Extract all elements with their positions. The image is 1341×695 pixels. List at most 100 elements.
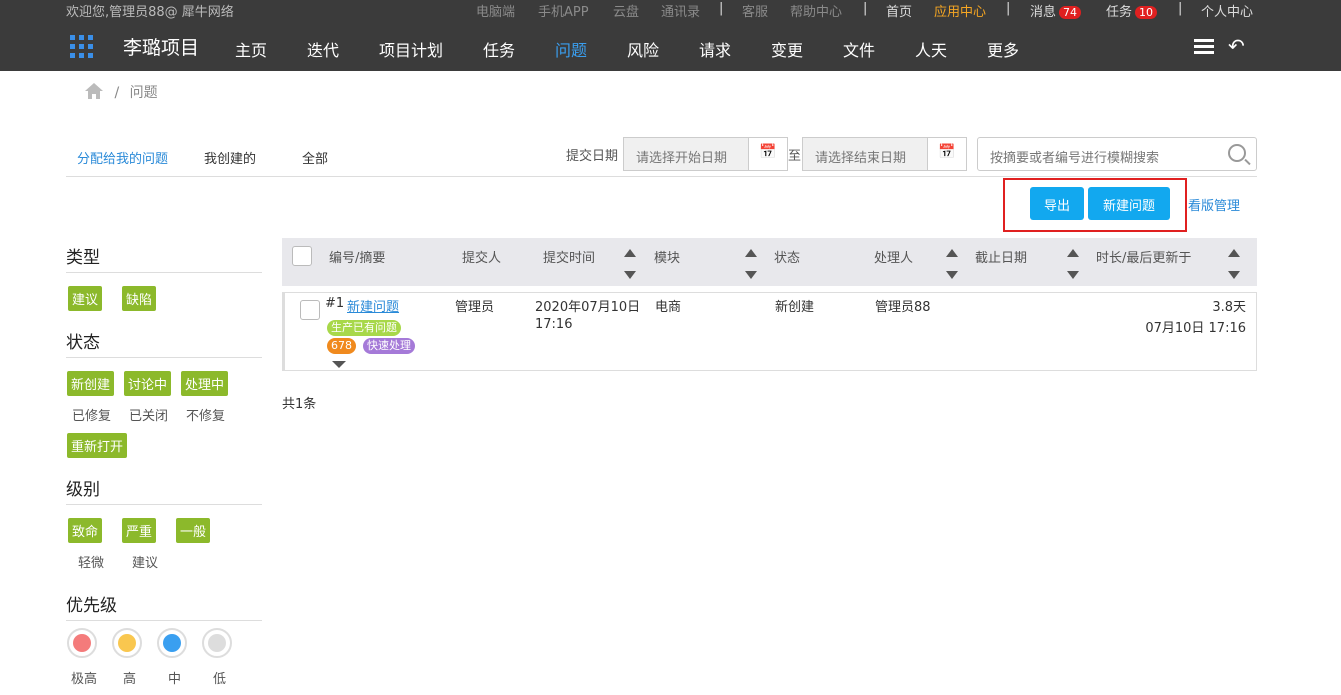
messages-count-badge: 74 [1059,6,1082,19]
filter-chip-reopened[interactable]: 重新打开 [67,433,128,458]
link-home[interactable]: 首页 [886,1,912,20]
link-help-center[interactable]: 帮助中心 [790,1,842,20]
cell-updated: 07月10日 17:16 [1145,321,1246,336]
nav-iteration[interactable]: 迭代 [307,37,339,61]
app-grid-icon[interactable] [70,35,94,59]
tag-fast-handle: 快速处理 [363,338,415,354]
link-personal-center[interactable]: 个人中心 [1201,1,1253,20]
end-date-input[interactable]: 请选择结束日期 [802,137,928,171]
filter-minor[interactable]: 轻微 [78,552,104,571]
search-input[interactable]: 按摘要或者编号进行模糊搜索 [977,137,1257,171]
column-submit-time[interactable]: 提交时间 [543,247,595,266]
filter-chip-fatal[interactable]: 致命 [68,518,103,543]
nav-files[interactable]: 文件 [843,37,875,61]
priority-dot [73,634,91,652]
table-header: 编号/摘要 提交人 提交时间 模块 状态 处理人 截止日期 时长/最后更新于 [282,238,1257,286]
tab-created-by-me[interactable]: 我创建的 [204,148,256,167]
tab-assigned-to-me[interactable]: 分配给我的问题 [77,148,168,167]
column-assignee[interactable]: 处理人 [874,247,913,266]
filter-level-suggestion[interactable]: 建议 [132,552,158,571]
filter-priority-title: 优先级 [66,591,262,621]
start-date-input[interactable]: 请选择开始日期 [623,137,749,171]
tasks-label: 任务 [1106,5,1133,20]
hamburger-menu-icon[interactable] [1194,39,1214,55]
cell-duration: 3.8天 [1212,300,1246,315]
filter-chip-processing[interactable]: 处理中 [181,371,229,396]
filter-chip-new[interactable]: 新创建 [67,371,115,396]
column-status: 状态 [774,251,801,266]
nav-more[interactable]: 更多 [987,37,1019,61]
cell-status: 新创建 [775,300,815,315]
column-deadline[interactable]: 截止日期 [975,247,1027,266]
link-tasks[interactable]: 任务 10 [1106,1,1158,20]
link-messages[interactable]: 消息 74 [1030,1,1082,20]
start-calendar-icon[interactable]: 📅 [748,137,788,171]
project-name[interactable]: 李璐项目 [123,33,199,60]
filter-chip-serious[interactable]: 严重 [122,518,157,543]
tab-all[interactable]: 全部 [302,148,328,167]
expand-chevron-down-icon[interactable] [332,361,346,368]
nav-requests[interactable]: 请求 [699,37,731,61]
priority-highest-icon[interactable] [67,628,97,658]
issue-id: #1 [325,296,345,311]
filter-wont-fix[interactable]: 不修复 [186,405,225,424]
cell-submitter: 管理员 [455,300,495,315]
select-all-checkbox[interactable] [292,246,312,266]
filter-level-title: 级别 [66,475,262,505]
cell-assignee: 管理员88 [875,300,931,315]
end-calendar-icon[interactable]: 📅 [927,137,967,171]
filter-chip-defect[interactable]: 缺陷 [122,286,157,311]
sort-assignee-icon[interactable] [946,247,958,281]
link-contacts[interactable]: 通讯录 [661,1,700,20]
priority-medium-icon[interactable] [157,628,187,658]
filter-chip-general[interactable]: 一般 [176,518,211,543]
filter-fixed[interactable]: 已修复 [72,405,111,424]
breadcrumb: / 问题 [84,82,158,102]
main-navbar: 李璐项目 主页 迭代 项目计划 任务 问题 风险 请求 变更 文件 人天 更多 … [0,20,1341,71]
messages-label: 消息 [1030,5,1057,20]
priority-high-label: 高 [123,672,137,687]
priority-dot [118,634,136,652]
column-id-summary: 编号/摘要 [329,251,386,266]
filter-chip-suggestion[interactable]: 建议 [68,286,103,311]
search-icon[interactable] [1228,144,1246,162]
table-row[interactable]: #1 新建问题 生产已有问题 678 快速处理 管理员 2020年07月10日 … [282,292,1257,371]
nav-tasks[interactable]: 任务 [483,37,515,61]
sort-submit-time-icon[interactable] [624,247,636,281]
nav-project-plan[interactable]: 项目计划 [379,37,443,61]
filter-chip-discussing[interactable]: 讨论中 [124,371,172,396]
priority-low-icon[interactable] [202,628,232,658]
link-support[interactable]: 客服 [742,1,768,20]
sort-updated-icon[interactable] [1228,247,1240,281]
row-checkbox[interactable] [300,300,320,320]
date-to-label: 至 [788,149,802,164]
nav-changes[interactable]: 变更 [771,37,803,61]
link-app-center[interactable]: 应用中心 [934,1,986,20]
filter-closed[interactable]: 已关闭 [129,405,168,424]
new-issue-button[interactable]: 新建问题 [1088,187,1170,220]
total-count: 共1条 [282,397,317,412]
priority-low-label: 低 [213,672,227,687]
breadcrumb-current: 问题 [129,85,158,101]
priority-medium-label: 中 [168,672,182,687]
divider: | [1178,1,1183,16]
nav-home[interactable]: 主页 [235,37,267,61]
export-button[interactable]: 导出 [1030,187,1084,220]
sort-module-icon[interactable] [745,247,757,281]
priority-high-icon[interactable] [112,628,142,658]
issue-title-link[interactable]: 新建问题 [347,296,399,315]
column-duration-updated[interactable]: 时长/最后更新于 [1096,247,1191,266]
home-icon[interactable] [84,82,104,100]
link-cloud-disk[interactable]: 云盘 [613,1,639,20]
link-desktop[interactable]: 电脑端 [476,1,515,20]
search-placeholder: 按摘要或者编号进行模糊搜索 [990,151,1160,166]
nav-issues[interactable]: 问题 [555,37,587,61]
link-mobile-app[interactable]: 手机APP [538,1,589,20]
column-module[interactable]: 模块 [654,247,680,266]
sort-deadline-icon[interactable] [1067,247,1079,281]
back-icon[interactable]: ↶ [1228,34,1245,58]
kanban-management-link[interactable]: 看版管理 [1188,195,1240,214]
nav-risks[interactable]: 风险 [627,37,659,61]
nav-man-days[interactable]: 人天 [915,37,947,61]
top-bar: 欢迎您,管理员88@ 犀牛网络 电脑端 手机APP 云盘 通讯录 | 客服 帮助… [0,0,1341,20]
